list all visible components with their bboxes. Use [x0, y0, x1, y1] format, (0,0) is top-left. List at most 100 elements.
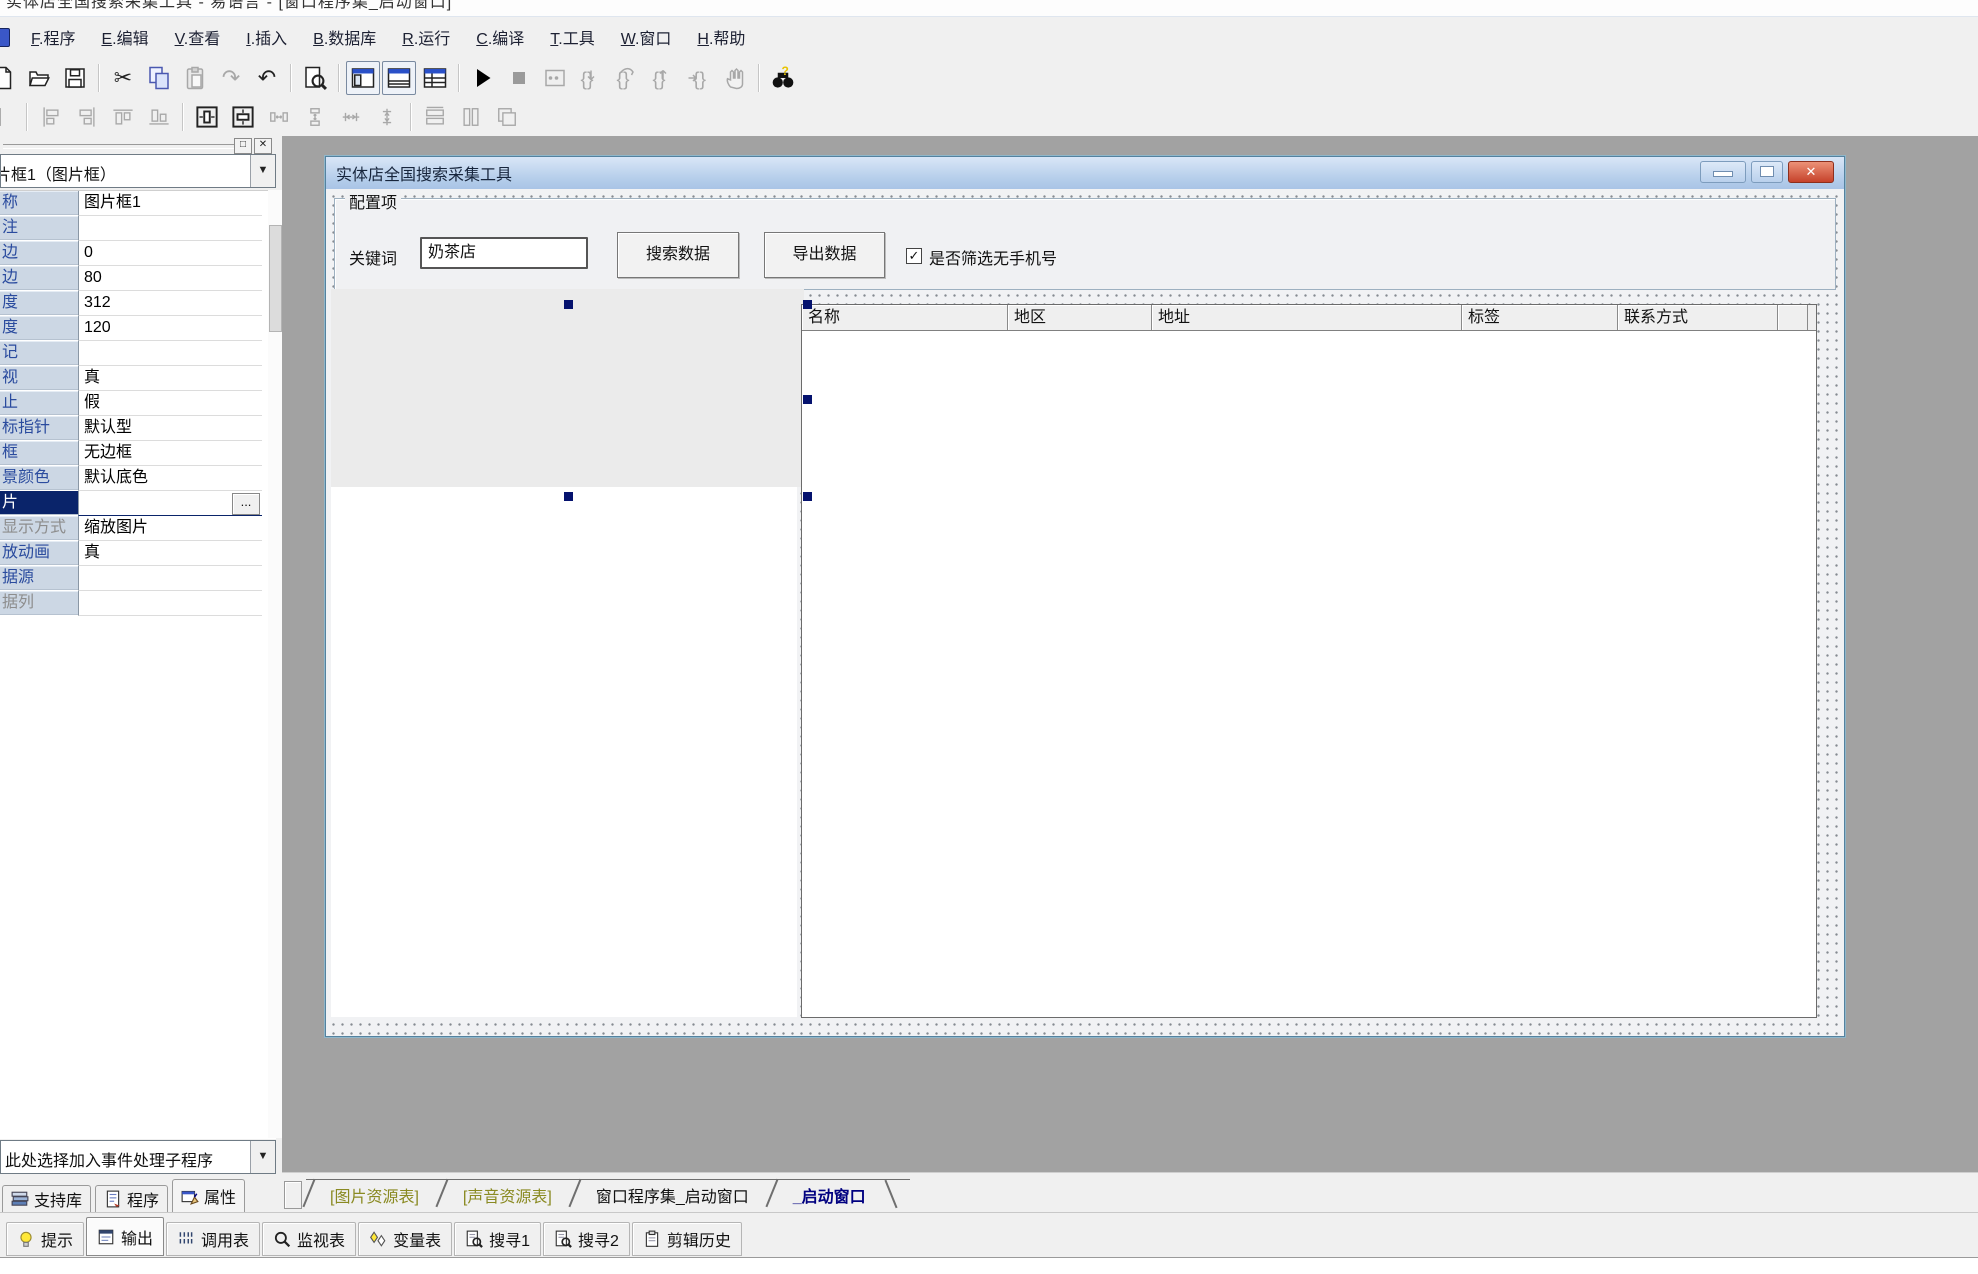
property-row-10[interactable]: 框无边框	[0, 441, 276, 466]
property-row-11[interactable]: 景颜色默认底色	[0, 466, 276, 491]
property-row-1[interactable]: 注	[0, 216, 276, 241]
table-column-header-5[interactable]	[1778, 305, 1808, 330]
bottom-tab-调用表[interactable]: 调用表	[166, 1222, 260, 1256]
property-value[interactable]: 假	[78, 391, 262, 416]
selection-handle[interactable]	[803, 300, 812, 309]
scrollbar-thumb[interactable]	[269, 225, 282, 332]
minimize-button[interactable]	[1700, 161, 1746, 183]
property-value[interactable]	[78, 216, 262, 241]
property-row-9[interactable]: 标指针默认型	[0, 416, 276, 441]
panel-maximize-icon[interactable]: □	[234, 138, 252, 154]
property-row-0[interactable]: 称图片框1	[0, 191, 276, 216]
chevron-down-icon[interactable]: ▼	[250, 1141, 275, 1173]
chevron-down-icon[interactable]: ▼	[250, 155, 275, 187]
search-data-button[interactable]: 搜索数据	[617, 232, 739, 278]
panel-tab-属性[interactable]: 属性	[172, 1179, 245, 1212]
output-area[interactable]	[0, 1257, 1978, 1274]
tab-scroll-stub[interactable]	[284, 1181, 302, 1209]
menu-item-9[interactable]: H.帮助	[684, 21, 758, 53]
menu-item-2[interactable]: V.查看	[162, 21, 234, 53]
undo-icon[interactable]: ↶	[250, 61, 284, 95]
property-value[interactable]: 默认型	[78, 416, 262, 441]
keyword-input[interactable]: 奶茶店	[420, 237, 588, 269]
panel-close-icon[interactable]: ✕	[254, 138, 272, 154]
property-row-14[interactable]: 放动画真	[0, 541, 276, 566]
bottom-tab-搜寻2[interactable]: 搜寻2	[543, 1222, 630, 1256]
property-value[interactable]: 0	[78, 241, 262, 266]
menu-item-0[interactable]: F.程序	[18, 21, 88, 53]
property-value[interactable]: 真	[78, 366, 262, 391]
menu-item-1[interactable]: E.编辑	[88, 21, 161, 53]
designer-tab-0[interactable]: [图片资源表]	[306, 1179, 439, 1211]
panel-tab-程序[interactable]: 程序	[95, 1185, 168, 1212]
bottom-tab-变量表[interactable]: 变量表	[358, 1222, 452, 1256]
bottom-tab-输出[interactable]: 输出	[86, 1217, 164, 1256]
open-icon[interactable]	[22, 61, 56, 95]
menu-item-5[interactable]: R.运行	[389, 21, 463, 53]
menu-item-7[interactable]: T.工具	[537, 21, 607, 53]
table-column-header-1[interactable]: 地区	[1008, 305, 1152, 330]
property-value[interactable]: 312	[78, 291, 262, 316]
new-icon[interactable]	[0, 61, 20, 95]
bottom-tab-监视表[interactable]: 监视表	[262, 1222, 356, 1256]
object-selector-combo[interactable]: 片框1（图片框） ▼	[0, 154, 276, 188]
property-value[interactable]: 无边框	[78, 441, 262, 466]
designed-form-window[interactable]: 实体店全国搜索采集工具 ✕ 配置项 关键词 奶茶店 搜索数据 导出数据 ✓ 是否…	[325, 156, 1845, 1037]
property-value[interactable]	[78, 591, 262, 616]
property-row-8[interactable]: 止假	[0, 391, 276, 416]
table-column-header-0[interactable]: 名称	[802, 305, 1008, 330]
menu-item-3[interactable]: I.插入	[233, 21, 300, 53]
property-value[interactable]: 真	[78, 541, 262, 566]
designer-tab-1[interactable]: [声音资源表]	[439, 1179, 572, 1211]
designer-tab-2[interactable]: 窗口程序集_启动窗口	[572, 1179, 769, 1211]
designer-tab-3[interactable]: _启动窗口	[769, 1179, 886, 1211]
find-command-icon[interactable]: ?	[766, 61, 800, 95]
save-icon[interactable]	[58, 61, 92, 95]
cut-icon[interactable]: ✂	[106, 61, 140, 95]
property-row-12[interactable]: 片...	[0, 491, 276, 516]
panel-titlebar[interactable]: □ ✕	[0, 138, 276, 152]
maximize-button[interactable]	[1751, 161, 1783, 183]
property-row-13[interactable]: 显示方式缩放图片	[0, 516, 276, 541]
copy-icon[interactable]	[142, 61, 176, 95]
preview-box-control[interactable]	[331, 487, 797, 1017]
table-column-header-2[interactable]: 地址	[1152, 305, 1462, 330]
layout-left-icon[interactable]	[346, 61, 380, 95]
event-handler-combo[interactable]: 此处选择加入事件处理子程序 ▼	[0, 1140, 276, 1174]
center-horizontal-icon[interactable]	[190, 100, 224, 134]
property-value[interactable]: 图片框1	[78, 191, 262, 216]
bottom-tab-搜寻1[interactable]: 搜寻1	[454, 1222, 541, 1256]
layout-bottom-icon[interactable]	[382, 61, 416, 95]
close-button[interactable]: ✕	[1788, 161, 1834, 183]
view-find-icon[interactable]	[298, 61, 332, 95]
run-icon[interactable]	[466, 61, 500, 95]
menu-item-8[interactable]: W.窗口	[608, 21, 685, 53]
bottom-tab-提示[interactable]: 提示	[6, 1222, 84, 1256]
property-value[interactable]	[78, 566, 262, 591]
property-row-5[interactable]: 度120	[0, 316, 276, 341]
ellipsis-button[interactable]: ...	[232, 493, 260, 515]
property-row-6[interactable]: 记	[0, 341, 276, 366]
layout-table-icon[interactable]	[418, 61, 452, 95]
selection-handle[interactable]	[564, 300, 573, 309]
table-column-header-4[interactable]: 联系方式	[1618, 305, 1778, 330]
property-value[interactable]: 80	[78, 266, 262, 291]
property-row-3[interactable]: 边80	[0, 266, 276, 291]
selection-handle[interactable]	[803, 395, 812, 404]
property-row-7[interactable]: 视真	[0, 366, 276, 391]
bottom-tab-剪辑历史[interactable]: 剪辑历史	[632, 1222, 742, 1256]
selection-handle[interactable]	[564, 492, 573, 501]
property-value[interactable]	[78, 341, 262, 366]
result-table-control[interactable]: 名称地区地址标签联系方式	[801, 304, 1817, 1018]
property-grid-scrollbar[interactable]	[268, 190, 282, 1138]
export-data-button[interactable]: 导出数据	[764, 232, 885, 278]
property-row-2[interactable]: 边0	[0, 241, 276, 266]
form-client-area[interactable]: 配置项 关键词 奶茶店 搜索数据 导出数据 ✓ 是否筛选无手机号 名称地区地址标…	[326, 189, 1844, 1036]
selection-handle[interactable]	[803, 492, 812, 501]
property-value[interactable]: 缩放图片	[78, 516, 262, 541]
panel-grip[interactable]	[3, 144, 234, 149]
filter-checkbox[interactable]: ✓	[906, 248, 922, 264]
property-row-15[interactable]: 据源	[0, 566, 276, 591]
form-titlebar[interactable]: 实体店全国搜索采集工具 ✕	[326, 157, 1844, 190]
center-vertical-icon[interactable]	[226, 100, 260, 134]
